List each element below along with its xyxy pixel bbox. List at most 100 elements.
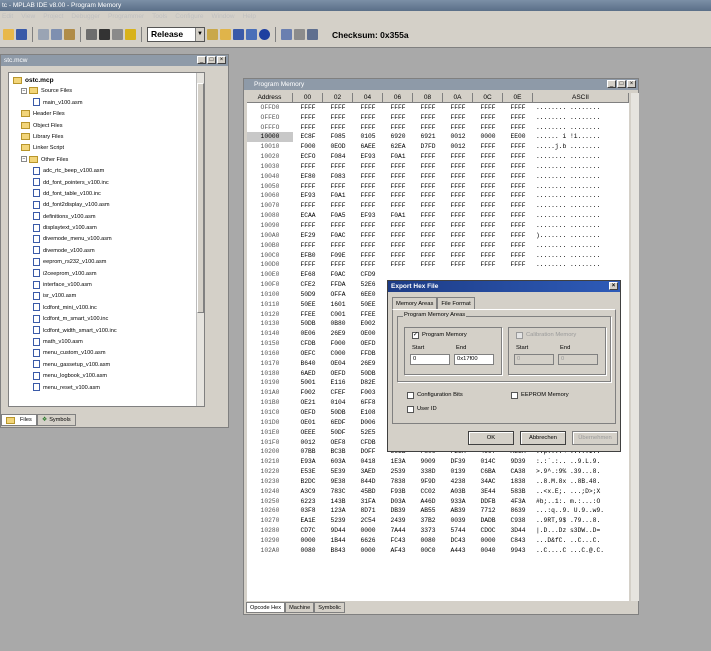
hex-cell[interactable]: F09E (323, 251, 353, 261)
tree-file[interactable]: dd_font_table_v100.inc (11, 189, 204, 200)
hex-cell[interactable]: FFFF (323, 241, 353, 251)
column-header[interactable]: 04 (353, 93, 383, 103)
address-cell[interactable]: 10120 (247, 310, 293, 320)
hex-cell[interactable]: C843 (503, 536, 533, 546)
hex-cell[interactable]: FFFF (383, 172, 413, 182)
tab-file-format[interactable]: File Format (437, 297, 475, 309)
address-cell[interactable]: OFFFO (247, 123, 293, 133)
address-cell[interactable]: 10240 (247, 487, 293, 497)
hex-cell[interactable]: 0418 (353, 457, 383, 467)
hex-cell[interactable]: 6EDF (323, 418, 353, 428)
hex-cell[interactable]: 0139 (443, 467, 473, 477)
address-cell[interactable]: 100D0 (247, 260, 293, 270)
table-row[interactable]: 10230 B2DC 9E38 844D 7838 9F9D 4238 34AC 1838 ..8… (247, 477, 629, 487)
address-cell[interactable]: 101C0 (247, 408, 293, 418)
table-row[interactable]: 100A0 EF29 F0AC FFFF FFFF FFFF FFFF FFFF FFFF)..… (247, 231, 629, 241)
menu-project[interactable]: Project (43, 13, 63, 20)
open-folder-icon[interactable] (3, 29, 14, 40)
hex-cell[interactable]: FFFF (383, 241, 413, 251)
hex-cell[interactable]: FFFF (353, 182, 383, 192)
hex-cell[interactable]: FFFF (503, 172, 533, 182)
address-cell[interactable]: 100E0 (247, 270, 293, 280)
table-row[interactable]: 102A0 0080 B843 0000 AF43 00C0 A443 0040 9943 ..C… (247, 546, 629, 556)
expand-collapse-icon[interactable]: − (21, 87, 27, 94)
copy-icon[interactable] (51, 29, 62, 40)
hex-cell[interactable]: 0012 (443, 132, 473, 142)
hex-cell[interactable]: 50EE (353, 300, 383, 310)
hex-cell[interactable]: FFFF (473, 162, 503, 172)
hex-cell[interactable]: AB39 (443, 506, 473, 516)
eeprom-checkbox[interactable] (511, 392, 518, 399)
hex-cell[interactable]: FFFF (413, 201, 443, 211)
hex-cell[interactable]: D82E (353, 378, 383, 388)
address-cell[interactable]: 10090 (247, 221, 293, 231)
hex-cell[interactable]: FFFF (353, 201, 383, 211)
table-row[interactable]: 10080 ECAA F0A5 EF93 F0A1 FFFF FFFF FFFF FFFF...… (247, 211, 629, 221)
address-cell[interactable]: OFFD0 (247, 103, 293, 113)
hex-cell[interactable]: FFFF (443, 211, 473, 221)
hex-cell[interactable]: FFEE (353, 310, 383, 320)
hex-cell[interactable]: FFFF (503, 113, 533, 123)
tree-folder[interactable]: Library Files (11, 132, 204, 143)
hex-cell[interactable]: 0000 (353, 526, 383, 536)
watch-icon[interactable] (294, 29, 305, 40)
tree-file[interactable]: lcdfont_mini_v100.inc (11, 303, 204, 314)
hex-cell[interactable]: FFFF (323, 182, 353, 192)
table-row[interactable]: 100E0 EF68 F0AC CFD9 (247, 270, 629, 280)
hex-cell[interactable]: 50DF (323, 428, 353, 438)
address-cell[interactable]: 10040 (247, 172, 293, 182)
open-project-icon[interactable] (220, 29, 231, 40)
calibration-end-input[interactable]: 0 (558, 354, 598, 365)
hex-cell[interactable]: FFFF (443, 123, 473, 133)
hex-cell[interactable]: FFFF (503, 152, 533, 162)
table-row[interactable]: 10260 03F8 123A 8D71 DB39 AB55 AB39 7712 8639...… (247, 506, 629, 516)
hex-cell[interactable]: F0AC (323, 231, 353, 241)
hex-cell[interactable]: 0012 (293, 438, 323, 448)
hex-cell[interactable]: C000 (323, 349, 353, 359)
hex-cell[interactable]: FFFF (443, 162, 473, 172)
tree-folder-other[interactable]: − Other Files (11, 155, 204, 166)
tree-file[interactable]: i2ceeprom_v100.asm (11, 269, 204, 280)
hex-cell[interactable]: 9F9D (413, 477, 443, 487)
hex-cell[interactable]: FFFF (383, 201, 413, 211)
hex-cell[interactable]: FFFF (503, 251, 533, 261)
close-icon[interactable]: × (609, 282, 618, 290)
hex-cell[interactable]: FFFF (353, 172, 383, 182)
hex-cell[interactable]: CFD9 (353, 270, 383, 280)
hex-cell[interactable]: OFFA (323, 290, 353, 300)
hex-cell[interactable]: OEFD (323, 369, 353, 379)
ascii-cell[interactable]: #b;..1:. m.:...:O (533, 497, 629, 507)
table-row[interactable]: 10290 0000 1B44 6626 FC43 0080 DC43 0000 C843...… (247, 536, 629, 546)
hex-cell[interactable] (443, 270, 473, 280)
column-header[interactable]: 02 (323, 93, 353, 103)
hex-cell[interactable]: 0000 (473, 536, 503, 546)
hex-cell[interactable]: 5744 (443, 526, 473, 536)
menu-configure[interactable]: Configure (175, 13, 203, 20)
hex-cell[interactable]: FFFF (473, 201, 503, 211)
ascii-cell[interactable]: ........ ........ (533, 172, 629, 182)
hex-cell[interactable]: FFFF (473, 113, 503, 123)
hex-cell[interactable]: EA1E (293, 516, 323, 526)
hex-cell[interactable]: FFDA (323, 280, 353, 290)
hex-cell[interactable]: FFFF (503, 211, 533, 221)
hex-cell[interactable]: F002 (293, 388, 323, 398)
hex-cell[interactable]: FFFF (293, 260, 323, 270)
table-row[interactable]: 10210 E93A 603A 0418 1E3A 9009 DF39 014C 9D39:.:… (247, 457, 629, 467)
ascii-cell[interactable]: ........ ........ (533, 241, 629, 251)
hex-cell[interactable]: 3D44 (503, 526, 533, 536)
address-cell[interactable]: 100F0 (247, 280, 293, 290)
menu-tools[interactable]: Tools (152, 13, 167, 20)
program-memory-checkbox[interactable]: ✓ (412, 332, 419, 339)
hex-cell[interactable]: 123A (323, 506, 353, 516)
tree-file[interactable]: divemode_menu_v100.asm (11, 234, 204, 245)
column-header[interactable]: 0C (473, 93, 503, 103)
hex-cell[interactable]: A46D (413, 497, 443, 507)
menu-edit[interactable]: Edit (2, 13, 13, 20)
address-cell[interactable]: 10270 (247, 516, 293, 526)
hex-cell[interactable]: FFFF (293, 162, 323, 172)
hex-cell[interactable]: 9009 (413, 457, 443, 467)
tree-file[interactable]: math_v100.asm (11, 337, 204, 348)
maximize-icon[interactable]: □ (617, 80, 626, 88)
hex-cell[interactable]: F0A1 (383, 211, 413, 221)
hex-cell[interactable]: EF93 (353, 152, 383, 162)
